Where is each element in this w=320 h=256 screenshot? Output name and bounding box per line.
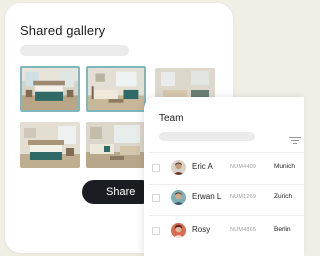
photo-thumbnail-bedroom-1[interactable] xyxy=(20,66,80,112)
team-row-rosy[interactable]: Rosy NUM4865 Berlin xyxy=(144,216,304,246)
team-search-bar[interactable] xyxy=(159,132,255,141)
member-city: Berlin xyxy=(274,226,291,233)
team-row-eric[interactable]: Eric A NUM4409 Munich xyxy=(144,153,304,183)
share-button-label: Share xyxy=(106,186,136,198)
row-checkbox[interactable] xyxy=(152,164,160,172)
avatar xyxy=(171,190,186,205)
member-number: NUM1269 xyxy=(230,194,257,200)
living-room-photo xyxy=(88,68,144,110)
filter-icon[interactable] xyxy=(289,137,301,145)
team-title: Team xyxy=(159,113,184,124)
bedroom-photo xyxy=(22,68,78,110)
avatar-eric xyxy=(171,160,186,175)
member-city: Zurich xyxy=(274,193,293,200)
team-row-erwan[interactable]: Erwan L NUM1269 Zurich xyxy=(144,183,304,213)
member-city: Munich xyxy=(274,163,295,170)
member-name: Erwan L xyxy=(192,192,222,201)
member-number: NUM4409 xyxy=(230,164,257,170)
avatar-erwan xyxy=(171,190,186,205)
photo-thumbnail-living-room-1[interactable] xyxy=(86,66,146,112)
gallery-title: Shared gallery xyxy=(20,23,106,38)
avatar xyxy=(171,160,186,175)
avatar xyxy=(171,223,186,238)
row-checkbox[interactable] xyxy=(152,194,160,202)
bedroom-photo xyxy=(20,122,80,168)
gallery-search-bar[interactable] xyxy=(20,45,129,56)
row-checkbox[interactable] xyxy=(152,227,160,235)
photo-thumbnail-bedroom-2[interactable] xyxy=(20,122,80,168)
member-number: NUM4865 xyxy=(230,227,257,233)
photo-thumbnail-living-room-3[interactable] xyxy=(86,122,146,168)
avatar-rosy xyxy=(171,223,186,238)
member-name: Rosy xyxy=(192,225,211,234)
team-card: Team Eric A NUM4409 Munich Erwan L NUM12… xyxy=(144,97,304,256)
living-room-photo xyxy=(86,122,146,168)
member-name: Eric A xyxy=(192,162,213,171)
